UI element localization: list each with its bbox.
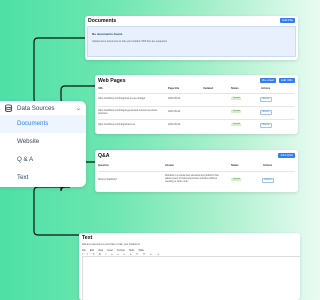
text-description: Add any relevant text you'd like to trai… [82, 243, 141, 246]
updated-cell: 2023-05-24 [168, 110, 181, 113]
sidebar-item-qa[interactable]: Q & A [0, 151, 86, 169]
sidebar-item-text[interactable]: Text [0, 169, 86, 187]
table-header: URL Page title Updated Status Actions [98, 86, 295, 91]
qa-panel: Q&A Add Q&A Question Answer Status Actio… [95, 150, 298, 192]
actions-button[interactable]: Actions [262, 177, 275, 183]
status-badge: Trained [231, 123, 242, 127]
col-url: URL [98, 87, 104, 90]
menu-table[interactable]: Table [138, 249, 144, 252]
question-cell: What is Webflow? [98, 178, 118, 181]
status-badge: Trained [231, 97, 242, 101]
add-file-button[interactable]: Add File [279, 18, 295, 24]
col-status: Status [231, 164, 239, 167]
menu-file[interactable]: File [82, 249, 86, 252]
menu-format[interactable]: Format [117, 249, 125, 252]
empty-text: Upload some documents to train your chat… [92, 40, 168, 43]
documents-empty-state: No documents found. Upload some document… [87, 26, 296, 57]
status-badge: Trained [231, 110, 242, 114]
web-pages-panel: Web Pages Re-crawl Add URL URL Page titl… [95, 75, 298, 134]
updated-cell: 2023-05-24 [168, 97, 181, 100]
text-panel: Text Add any relevant text you'd like to… [79, 233, 300, 300]
table-row: https://webflow.com/blog/what-is-ai 2023… [98, 119, 295, 132]
data-sources-header[interactable]: Data Sources ⌄ [0, 101, 86, 115]
editor-menubar: File Edit View Insert Format Tools Table [82, 249, 144, 252]
add-url-button[interactable]: Add URL [278, 78, 295, 84]
url-cell[interactable]: https://webflow.com/blog/how-to-use-chat… [98, 97, 166, 100]
status-badge: Trained [231, 178, 242, 182]
sidebar-item-documents[interactable]: Documents [0, 115, 86, 133]
table-header: Question Answer Status Actions [98, 163, 295, 168]
col-status: Status [231, 87, 239, 90]
database-icon [4, 104, 13, 112]
menu-view[interactable]: View [98, 249, 103, 252]
text-editor[interactable] [82, 256, 300, 300]
url-cell[interactable]: https://webflow.com/blog/ai-generated-co… [98, 109, 166, 115]
col-answer: Answer [165, 164, 175, 167]
col-updated: Updated [203, 87, 213, 90]
menu-tools[interactable]: Tools [129, 249, 135, 252]
col-question: Question [98, 164, 109, 167]
table-row: https://webflow.com/blog/how-to-use-chat… [98, 93, 295, 106]
text-title: Text [82, 235, 93, 241]
col-title: Page title [168, 87, 180, 90]
data-sources-sidebar: Data Sources ⌄ Documents Website Q & A T… [0, 101, 86, 187]
actions-button[interactable]: Actions [260, 96, 273, 102]
actions-button[interactable]: Actions [260, 109, 273, 115]
add-qa-button[interactable]: Add Q&A [278, 153, 295, 159]
chevron-down-icon[interactable]: ⌄ [76, 105, 81, 112]
updated-cell: 2023-05-24 [168, 123, 181, 126]
actions-button[interactable]: Actions [260, 122, 273, 128]
url-cell[interactable]: https://webflow.com/blog/what-is-ai [98, 123, 166, 126]
documents-panel: Documents Add File No documents found. U… [85, 16, 298, 60]
table-row: https://webflow.com/blog/ai-generated-co… [98, 106, 295, 119]
documents-title: Documents [88, 18, 117, 24]
data-sources-label: Data Sources [17, 104, 55, 112]
table-row: What is Webflow? Webflow is a visual web… [98, 171, 295, 190]
col-actions: Actions [261, 87, 271, 90]
sidebar-item-website[interactable]: Website [0, 133, 86, 151]
empty-title: No documents found. [92, 32, 123, 36]
qa-title: Q&A [98, 153, 110, 159]
col-actions: Actions [263, 164, 273, 167]
recrawl-button[interactable]: Re-crawl [260, 78, 276, 84]
answer-cell: Webflow is a visual web development plat… [165, 173, 219, 183]
menu-edit[interactable]: Edit [90, 249, 94, 252]
menu-insert[interactable]: Insert [107, 249, 113, 252]
web-pages-title: Web Pages [98, 78, 126, 84]
